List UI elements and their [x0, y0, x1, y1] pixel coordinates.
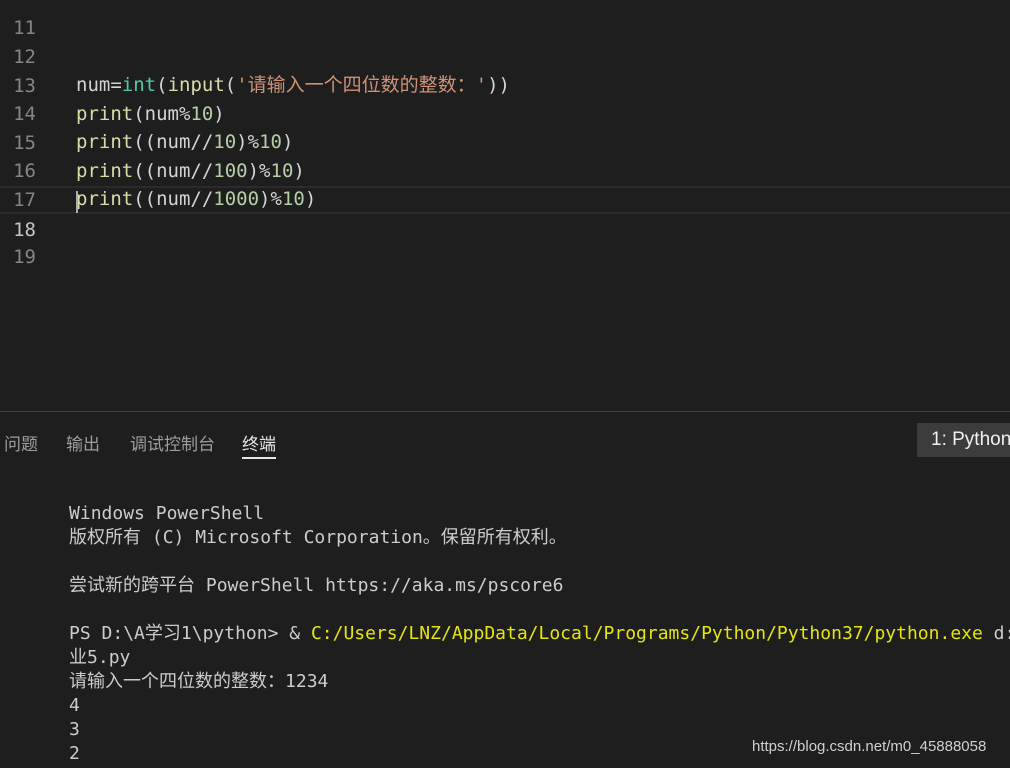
terminal-line: 请输入一个四位数的整数：1234 [4, 646, 328, 692]
tab-debug-console[interactable]: 调试控制台 [130, 430, 215, 455]
terminal-line: PS D:\A学习1\python> & C:/Users/LNZ/AppDat… [4, 598, 1010, 644]
tab-label: 问题 [4, 435, 38, 454]
terminal-command-path: C:/Users/LNZ/AppData/Local/Programs/Pyth… [310, 623, 983, 644]
terminal-text: 版权所有 (C) Microsoft Corporation。保留所有权利。 [69, 527, 567, 548]
terminal-selector-value: 1: Python [931, 429, 1010, 450]
terminal-text: d:/A学 [993, 623, 1010, 644]
watermark-text: https://blog.csdn.net/m0_45888058 [752, 738, 987, 755]
code-line[interactable]: 13 print(num%10) [0, 44, 1010, 125]
terminal-line: 业5.py [4, 622, 130, 668]
terminal-line: Windows PowerShell [4, 478, 264, 524]
panel-tabs: 问题 输出 调试控制台 终端 1: Python [0, 412, 1010, 462]
tab-label: 调试控制台 [130, 435, 215, 454]
code-line[interactable]: 19 [0, 215, 1010, 268]
tab-terminal[interactable]: 终端 [242, 430, 276, 459]
tab-problems[interactable]: 问题 [4, 430, 38, 455]
line-number: 19 [13, 246, 36, 268]
terminal-selector-dropdown[interactable]: 1: Python [917, 423, 1010, 457]
text-cursor [76, 191, 78, 213]
tab-label: 终端 [242, 435, 276, 454]
terminal-line: 3 [4, 694, 80, 740]
terminal-text: 请输入一个四位数的整数：1234 [69, 671, 329, 692]
terminal-line: 尝试新的跨平台 PowerShell https://aka.ms/pscore… [4, 550, 563, 596]
code-line[interactable]: 14 print((num//10)%10) [0, 72, 1010, 153]
current-code-line[interactable]: 18 [0, 186, 1010, 241]
active-tab-indicator [242, 457, 276, 459]
terminal-line: 1 [4, 742, 80, 768]
terminal-line: 4 [4, 670, 80, 716]
code-line[interactable]: 17 [0, 158, 1010, 211]
tab-output[interactable]: 输出 [66, 430, 100, 455]
code-line[interactable]: 11 [0, 0, 1010, 39]
bottom-panel: 问题 输出 调试控制台 终端 1: Python Windows PowerSh… [0, 411, 1010, 768]
code-line[interactable]: 12 num=int(input('请输入一个四位数的整数：')) [0, 15, 1010, 96]
terminal-text: 尝试新的跨平台 PowerShell https://aka.ms/pscore… [69, 575, 564, 596]
terminal-line: 版权所有 (C) Microsoft Corporation。保留所有权利。 [4, 502, 567, 548]
code-line[interactable]: 15 print((num//100)%10) [0, 101, 1010, 182]
code-editor[interactable]: 11 12 num=int(input('请输入一个四位数的整数：')) 13 … [0, 0, 1010, 411]
code-line[interactable]: 16 print((num//1000)%10) [0, 129, 1010, 210]
tab-label: 输出 [66, 435, 100, 454]
terminal-line: 2 [4, 718, 80, 764]
